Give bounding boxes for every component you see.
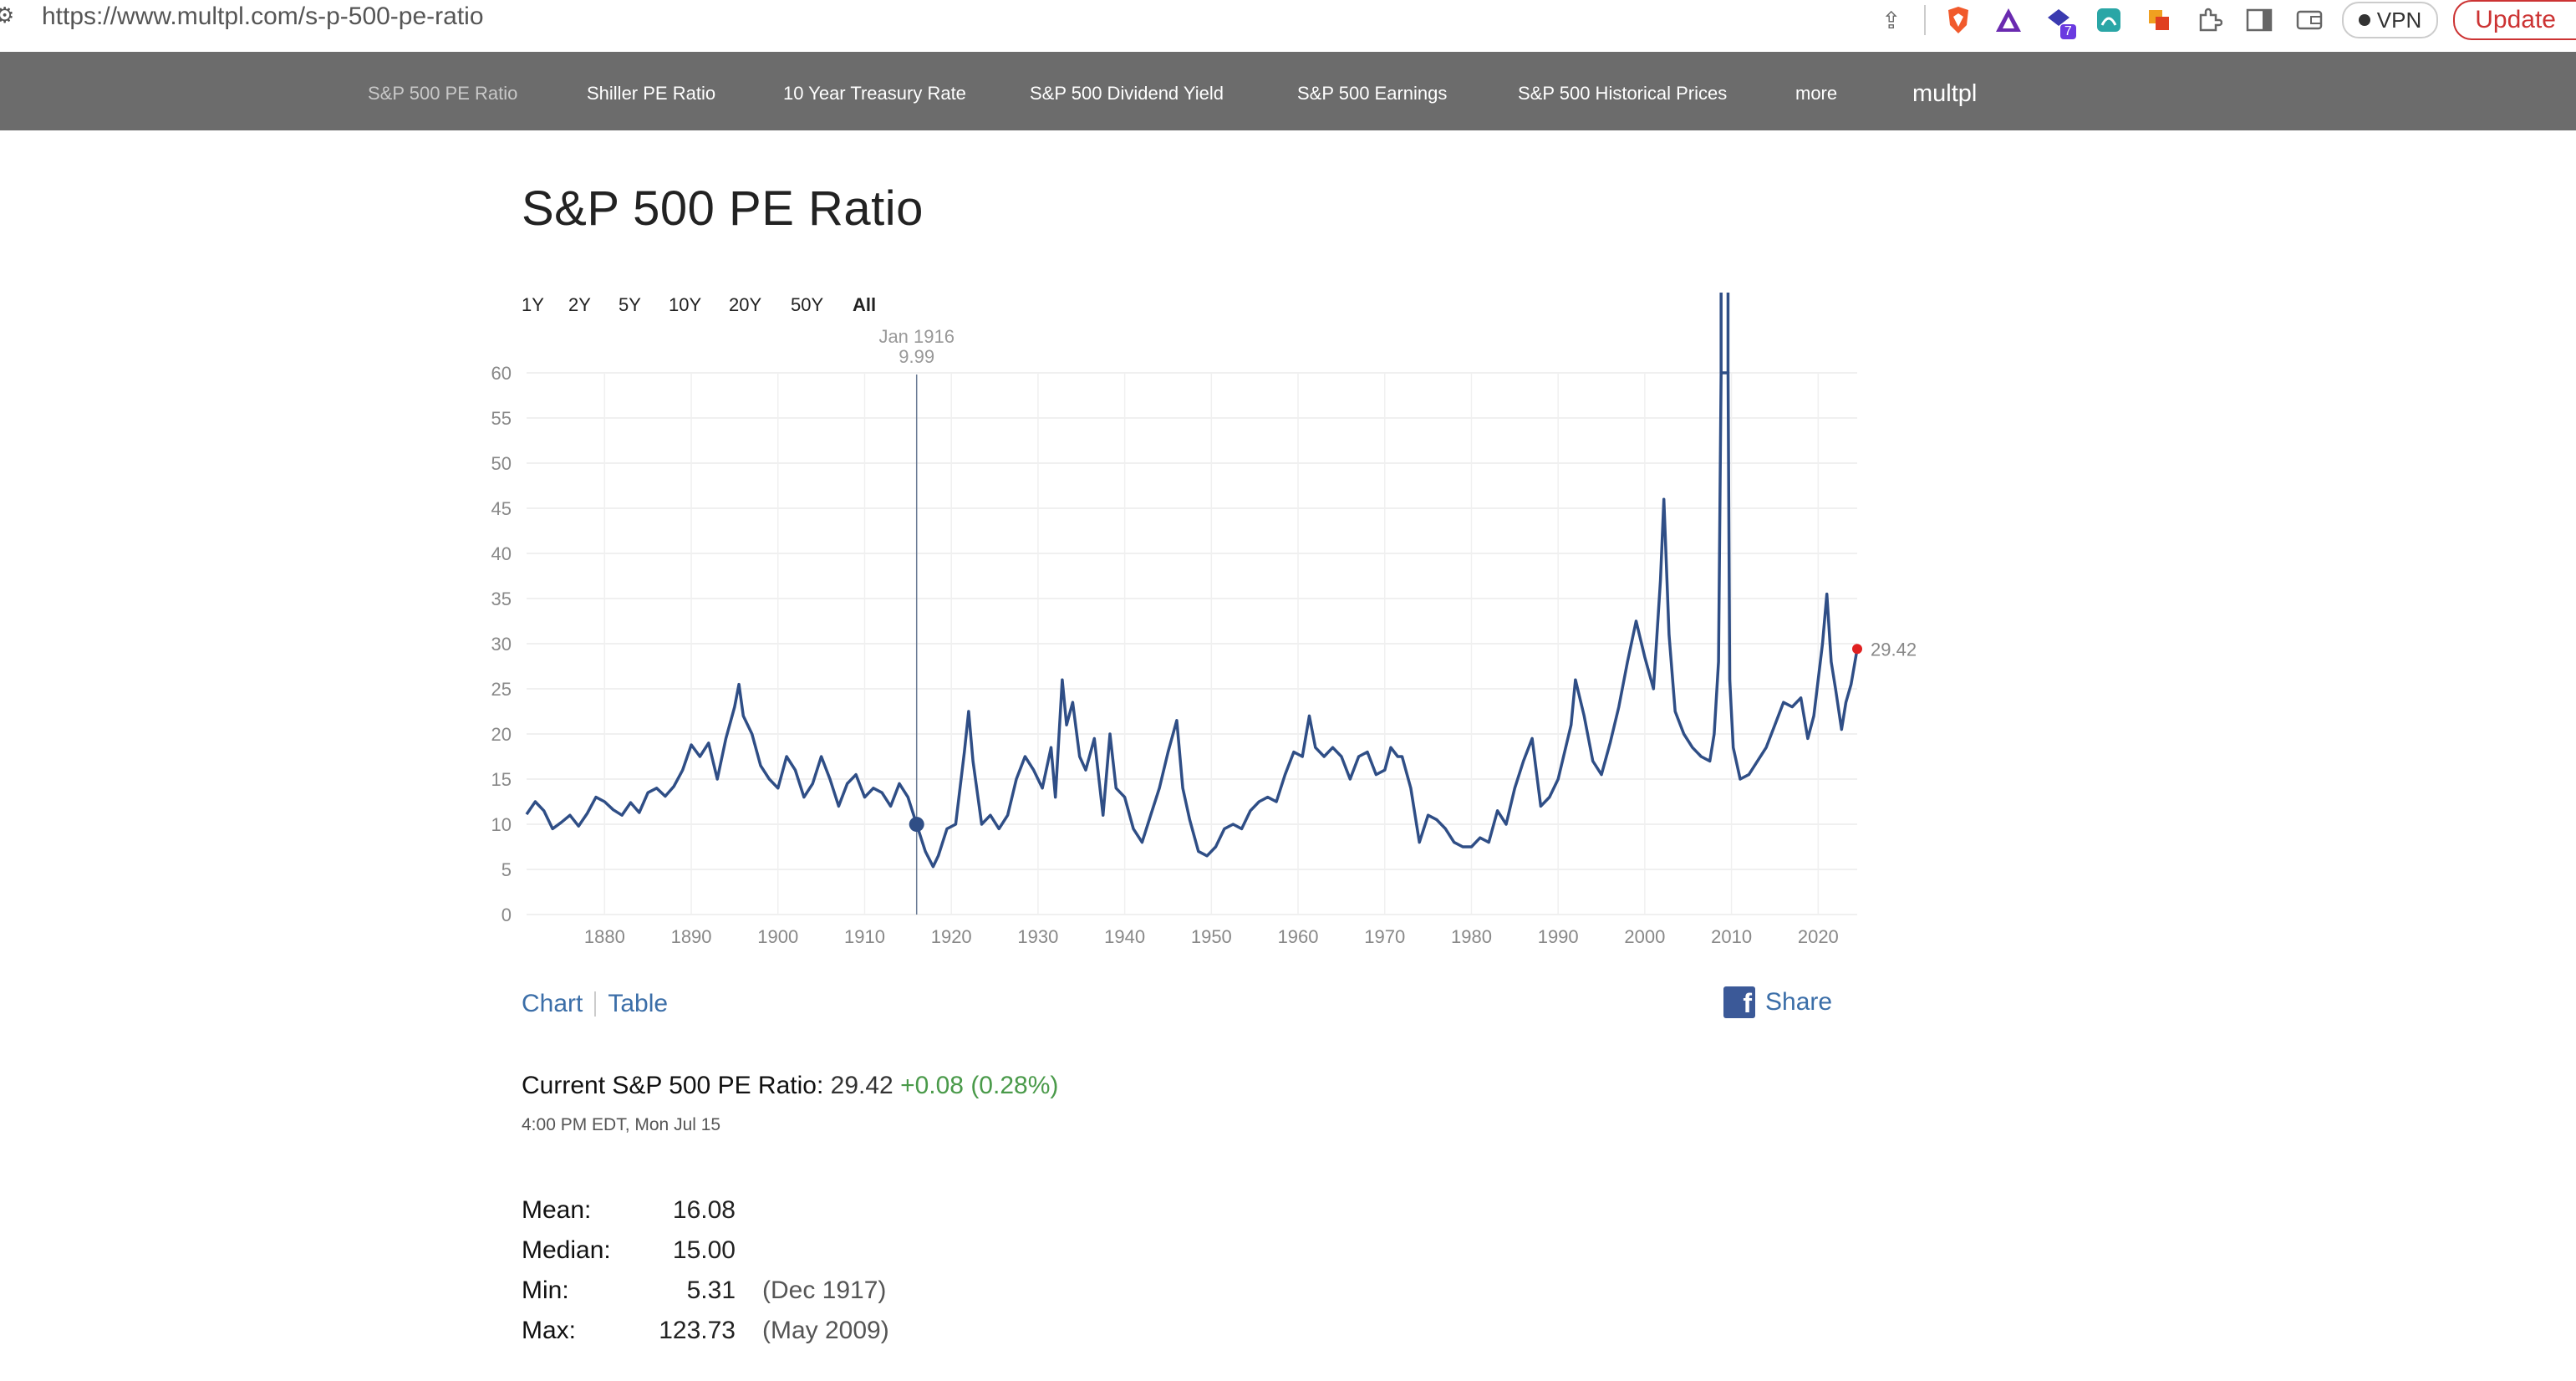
x-tick-label: 1990	[1538, 926, 1579, 945]
vpn-button[interactable]: VPN	[2341, 2, 2439, 38]
nav-item-10-year-treasury-rate[interactable]: 10 Year Treasury Rate	[783, 52, 966, 135]
page-title: S&P 500 PE Ratio	[522, 181, 924, 236]
y-tick-label: 25	[491, 679, 512, 700]
x-tick-label: 1980	[1451, 926, 1492, 945]
site-settings-icon[interactable]: ⚙	[0, 3, 14, 28]
stat-value: 123.73	[659, 1317, 736, 1344]
stat-value: 16.08	[672, 1196, 736, 1224]
stat-date: (Dec 1917)	[762, 1277, 887, 1304]
x-tick-label: 1890	[671, 926, 712, 945]
y-tick-label: 15	[491, 769, 512, 790]
extension-icon-teal[interactable]	[2091, 3, 2126, 38]
tooltip-date: Jan 1916	[878, 326, 955, 347]
stat-row-median: Median: 15.00	[522, 1231, 889, 1271]
share-page-icon[interactable]: ⇪	[1874, 3, 1909, 38]
pe-ratio-chart[interactable]: 0 5 10 15 20 25 30 35 40 45 50 55 60 1880 1890 1900 1910…	[468, 284, 1922, 945]
pe-ratio-series-line	[525, 371, 1859, 869]
stat-row-min: Min: 5.31 (Dec 1917)	[522, 1271, 889, 1311]
y-tick-label: 10	[491, 814, 512, 835]
browser-extensions: ⇪ 7 VPN Update	[1874, 0, 2576, 40]
sidebar-toggle-icon[interactable]	[2242, 3, 2277, 38]
stat-value: 15.00	[672, 1236, 736, 1264]
y-tick-label: 45	[491, 498, 512, 519]
y-tick-label: 55	[491, 408, 512, 429]
x-tick-label: 2020	[1798, 926, 1839, 945]
nav-item-sp500-dividend-yield[interactable]: S&P 500 Dividend Yield	[1030, 52, 1224, 135]
view-toggle: Chart Table	[522, 990, 668, 1018]
stat-row-mean: Mean: 16.08	[522, 1190, 889, 1231]
y-tick-label: 5	[501, 859, 512, 880]
y-tick-label: 40	[491, 543, 512, 564]
toggle-divider	[594, 991, 597, 1017]
address-bar[interactable]: https://www.multpl.com/s-p-500-pe-ratio	[42, 0, 484, 33]
current-label: Current S&P 500 PE Ratio:	[522, 1072, 824, 1099]
current-value-number: 29.42	[830, 1072, 893, 1099]
share-button[interactable]: f Share	[1723, 986, 1832, 1018]
stat-row-max: Max: 123.73 (May 2009)	[522, 1311, 889, 1351]
vpn-status-icon	[2358, 14, 2370, 26]
x-tick-label: 1950	[1191, 926, 1232, 945]
y-tick-label: 35	[491, 589, 512, 609]
x-tick-label: 1960	[1278, 926, 1319, 945]
nav-item-sp500-pe-ratio[interactable]: S&P 500 PE Ratio	[368, 52, 517, 135]
nav-item-sp500-earnings[interactable]: S&P 500 Earnings	[1297, 52, 1447, 135]
brave-shields-icon[interactable]	[1941, 3, 1976, 38]
wallet-icon[interactable]	[2292, 3, 2327, 38]
chart-svg[interactable]: 0 5 10 15 20 25 30 35 40 45 50 55 60 1880 1890 1900 1910…	[468, 284, 1922, 945]
current-value: Current S&P 500 PE Ratio: 29.42 +0.08 (0…	[522, 1072, 1058, 1100]
x-tick-label: 1940	[1104, 926, 1145, 945]
last-value-label: 29.42	[1871, 639, 1917, 660]
x-tick-label: 1880	[584, 926, 625, 945]
stat-value: 5.31	[686, 1277, 736, 1304]
y-tick-label: 60	[491, 363, 512, 384]
hover-point	[909, 817, 924, 833]
chart-view-link[interactable]: Chart	[522, 990, 583, 1018]
facebook-icon: f	[1723, 986, 1755, 1018]
stat-date: (May 2009)	[762, 1317, 889, 1344]
stat-label: Mean:	[522, 1196, 592, 1224]
nav-item-shiller-pe-ratio[interactable]: Shiller PE Ratio	[587, 52, 715, 135]
y-tick-label: 20	[491, 724, 512, 745]
table-view-link[interactable]: Table	[608, 990, 668, 1018]
x-tick-label: 1930	[1017, 926, 1058, 945]
y-tick-label: 0	[501, 905, 512, 925]
nav-item-sp500-historical-prices[interactable]: S&P 500 Historical Prices	[1518, 52, 1727, 135]
vpn-label: VPN	[2376, 7, 2422, 33]
y-tick-label: 30	[491, 634, 512, 655]
current-timestamp: 4:00 PM EDT, Mon Jul 15	[522, 1115, 721, 1134]
toolbar-divider	[1923, 5, 1926, 35]
stats-table: Mean: 16.08 Median: 15.00 Min: 5.31 (Dec…	[522, 1190, 889, 1351]
site-nav: S&P 500 PE Ratio Shiller PE Ratio 10 Yea…	[0, 52, 2576, 130]
browser-toolbar: ⚙ https://www.multpl.com/s-p-500-pe-rati…	[0, 0, 2576, 53]
x-tick-label: 1920	[931, 926, 972, 945]
x-tick-label: 2010	[1711, 926, 1752, 945]
tooltip-value: 9.99	[899, 346, 934, 367]
brand-logo[interactable]: multpl	[1912, 52, 1977, 135]
stat-label: Max:	[522, 1317, 577, 1344]
current-change: +0.08 (0.28%)	[900, 1072, 1059, 1099]
stat-label: Median:	[522, 1236, 611, 1264]
nav-item-more[interactable]: more	[1795, 52, 1837, 135]
extension-badge-icon[interactable]: 7	[2041, 3, 2076, 39]
update-button[interactable]: Update	[2453, 0, 2576, 40]
brave-rewards-icon[interactable]	[1991, 3, 2026, 38]
x-tick-label: 1900	[757, 926, 798, 945]
stat-label: Min:	[522, 1277, 569, 1304]
y-tick-label: 50	[491, 453, 512, 474]
extensions-puzzle-icon[interactable]	[2192, 3, 2227, 38]
x-tick-label: 1910	[844, 926, 885, 945]
last-point-marker	[1852, 644, 1862, 655]
x-tick-label: 1970	[1364, 926, 1405, 945]
x-tick-label: 2000	[1624, 926, 1665, 945]
share-label: Share	[1765, 988, 1833, 1016]
extension-icon-orange[interactable]	[2141, 3, 2176, 38]
extension-badge-count: 7	[2059, 24, 2076, 39]
